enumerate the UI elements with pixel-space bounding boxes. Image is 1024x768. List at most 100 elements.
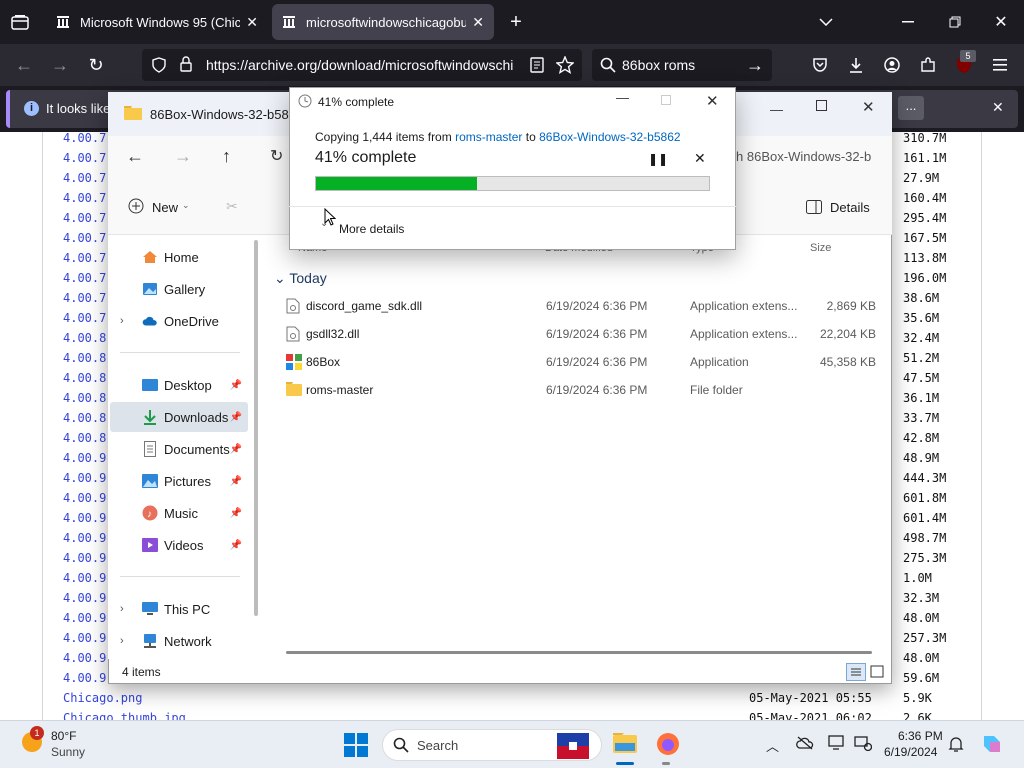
version-link[interactable]: 4.00.7: [63, 151, 106, 165]
windows-start-icon[interactable]: [344, 733, 368, 757]
close-tab-icon[interactable]: ✕: [246, 14, 258, 31]
source-link[interactable]: roms-master: [455, 130, 522, 144]
version-link[interactable]: 4.00.7: [63, 291, 106, 305]
network-status-icon[interactable]: [854, 735, 872, 751]
shield-icon[interactable]: [152, 57, 166, 73]
version-link[interactable]: 4.00.7: [63, 131, 106, 145]
version-link[interactable]: 4.00.9: [63, 471, 106, 485]
tiles-view-icon[interactable]: [870, 665, 884, 679]
version-link[interactable]: 4.00.8: [63, 391, 106, 405]
nav-scrollbar[interactable]: [254, 240, 258, 616]
chevron-up-icon[interactable]: ︿: [766, 736, 779, 755]
clock-date[interactable]: 6/19/2024: [884, 745, 937, 759]
file-row[interactable]: roms-master 6/19/2024 6:36 PM File folder: [280, 376, 880, 404]
forward-arrow-icon[interactable]: →: [174, 146, 192, 167]
version-link[interactable]: 4.00.7: [63, 271, 106, 285]
nav-item-pictures[interactable]: Pictures 📌: [110, 466, 248, 496]
version-link[interactable]: 4.00.9: [63, 551, 106, 565]
version-link[interactable]: 4.00.9: [63, 511, 106, 525]
notification-more-button[interactable]: ...: [898, 96, 924, 120]
version-link[interactable]: 4.00.9: [63, 591, 106, 605]
version-link[interactable]: 4.00.9: [63, 531, 106, 545]
notification-bell-icon[interactable]: [948, 735, 964, 753]
close-tab-icon[interactable]: ✕: [472, 14, 484, 31]
explorer-search-box[interactable]: arch 86Box-Windows-32-b: [718, 149, 892, 164]
file-row[interactable]: 86Box 6/19/2024 6:36 PM Application 45,358 …: [280, 348, 880, 376]
new-tab-icon[interactable]: +: [504, 10, 528, 34]
onedrive-offline-icon[interactable]: [796, 736, 814, 750]
version-link[interactable]: 4.00.7: [63, 211, 106, 225]
file-row[interactable]: discord_game_sdk.dll 6/19/2024 6:36 PM App…: [280, 292, 880, 320]
nav-item-documents[interactable]: Documents 📌: [110, 434, 248, 464]
version-link[interactable]: 4.00.9: [63, 571, 106, 585]
lock-icon[interactable]: [180, 56, 192, 72]
nav-item-this-pc[interactable]: › This PC: [110, 594, 248, 624]
version-link[interactable]: 4.00.9: [63, 631, 106, 645]
browser-tab-2[interactable]: microsoftwindowschicagobuild ✕: [272, 4, 494, 40]
file-row[interactable]: gsdll32.dll 6/19/2024 6:36 PM Application …: [280, 320, 880, 348]
new-button[interactable]: New: [152, 200, 178, 215]
column-header-size[interactable]: Size: [810, 242, 831, 254]
nav-item-desktop[interactable]: Desktop 📌: [110, 370, 248, 400]
close-dialog-icon[interactable]: ✕: [706, 92, 719, 110]
up-arrow-icon[interactable]: ↑: [222, 146, 231, 167]
version-link[interactable]: 4.00.8: [63, 431, 106, 445]
version-link[interactable]: 4.00.7: [63, 171, 106, 185]
chevron-right-icon[interactable]: ›: [120, 315, 124, 327]
details-pane-icon[interactable]: [806, 200, 822, 214]
close-notification-icon[interactable]: ✕: [992, 99, 1004, 116]
weather-temp[interactable]: 80°F: [51, 729, 76, 743]
nav-item-videos[interactable]: Videos 📌: [110, 530, 248, 560]
cancel-copy-icon[interactable]: ✕: [694, 150, 706, 167]
nav-item-downloads[interactable]: Downloads 📌: [110, 402, 248, 432]
tab-list-icon[interactable]: [8, 10, 32, 34]
cut-icon[interactable]: ✂: [226, 198, 238, 215]
version-link[interactable]: 4.00.7: [63, 251, 106, 265]
minimize-icon[interactable]: —: [616, 90, 629, 105]
search-bar[interactable]: 86box roms →: [592, 49, 772, 81]
reload-icon[interactable]: ↻: [84, 53, 108, 77]
version-link[interactable]: 4.00.8: [63, 411, 106, 425]
file-link[interactable]: Chicago.png: [63, 691, 142, 705]
back-arrow-icon[interactable]: ←: [126, 146, 144, 167]
extensions-icon[interactable]: [916, 53, 940, 77]
minimize-icon[interactable]: —: [770, 102, 783, 117]
nav-item-music[interactable]: ♪ Music 📌: [110, 498, 248, 528]
version-link[interactable]: 4.00.7: [63, 311, 106, 325]
version-link[interactable]: 4.00.8: [63, 371, 106, 385]
display-icon[interactable]: [828, 735, 846, 751]
bookmark-star-icon[interactable]: [556, 56, 574, 74]
close-window-icon[interactable]: ✕: [862, 98, 875, 116]
version-link[interactable]: 4.00.8: [63, 351, 106, 365]
reader-view-icon[interactable]: [530, 57, 544, 73]
search-go-arrow-icon[interactable]: →: [746, 55, 764, 76]
list-all-tabs-icon[interactable]: [814, 10, 838, 34]
close-window-icon[interactable]: ✕: [989, 10, 1013, 34]
chevron-right-icon[interactable]: ›: [120, 603, 124, 615]
pause-icon[interactable]: ❚❚: [648, 152, 668, 166]
nav-item-gallery[interactable]: Gallery: [110, 274, 248, 304]
downloads-icon[interactable]: [844, 53, 868, 77]
nav-item-home[interactable]: Home: [110, 242, 248, 272]
details-button[interactable]: Details: [830, 200, 870, 215]
group-header-today[interactable]: ⌄ Today: [274, 270, 327, 287]
nav-item-network[interactable]: › Network: [110, 626, 248, 656]
version-link[interactable]: 4.00.7: [63, 231, 106, 245]
copilot-icon[interactable]: [980, 732, 1004, 756]
file-explorer-taskbar-icon[interactable]: [612, 731, 638, 755]
forward-arrow-icon[interactable]: →: [48, 53, 72, 77]
taskbar-search-box[interactable]: Search: [382, 729, 602, 761]
new-plus-icon[interactable]: [128, 198, 144, 214]
url-bar[interactable]: https://archive.org/download/microsoftwi…: [142, 49, 582, 81]
details-view-icon[interactable]: [846, 663, 866, 681]
pocket-icon[interactable]: [808, 53, 832, 77]
hamburger-menu-icon[interactable]: [988, 53, 1012, 77]
version-link[interactable]: 4.00.9: [63, 611, 106, 625]
back-arrow-icon[interactable]: ←: [12, 53, 36, 77]
chevron-right-icon[interactable]: ›: [120, 635, 124, 647]
version-link[interactable]: 4.00.9: [63, 671, 106, 685]
browser-tab-1[interactable]: Microsoft Windows 95 (Chicag ✕: [46, 4, 268, 40]
weather-desc[interactable]: Sunny: [51, 745, 85, 759]
clock-time[interactable]: 6:36 PM: [898, 729, 943, 743]
maximize-icon[interactable]: [816, 100, 828, 112]
